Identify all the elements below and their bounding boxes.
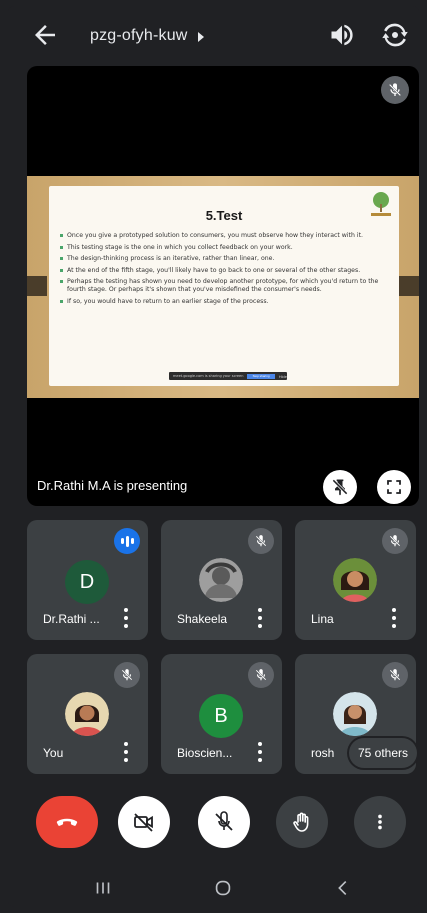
participant-name: Shakeela bbox=[177, 612, 228, 626]
nav-back-icon[interactable] bbox=[328, 876, 358, 900]
fullscreen-icon bbox=[387, 480, 401, 494]
leave-call-button[interactable] bbox=[36, 796, 98, 848]
caret-right-icon bbox=[196, 30, 206, 42]
unpin-button[interactable] bbox=[323, 470, 357, 504]
mic-off-icon bbox=[381, 76, 409, 104]
meeting-details-button[interactable]: pzg-ofyh-kuw bbox=[90, 24, 206, 48]
slide-content: 5.Test Once you give a prototyped soluti… bbox=[49, 186, 399, 386]
mic-off-icon bbox=[382, 528, 408, 554]
speaker-icon[interactable] bbox=[328, 21, 356, 49]
presentation-tile[interactable]: 5.Test Once you give a prototyped soluti… bbox=[27, 66, 419, 506]
more-options-icon[interactable] bbox=[253, 742, 267, 762]
avatar bbox=[65, 692, 109, 736]
more-options-icon[interactable] bbox=[119, 608, 133, 628]
more-options-icon[interactable] bbox=[119, 742, 133, 762]
unpin-icon bbox=[332, 479, 348, 496]
mic-off-icon bbox=[248, 528, 274, 554]
slide-bullet: If so, you would have to return to an ea… bbox=[59, 298, 389, 306]
participant-tile[interactable]: D Dr.Rathi ... bbox=[27, 520, 148, 640]
participant-name: You bbox=[43, 746, 64, 760]
slide-title: 5.Test bbox=[205, 208, 243, 223]
raise-hand-button[interactable] bbox=[276, 796, 328, 848]
slide-bullet-list: Once you give a prototyped solution to c… bbox=[59, 232, 389, 309]
others-count-button[interactable]: 75 others bbox=[349, 738, 417, 768]
slide-edge-right bbox=[399, 276, 419, 296]
call-controls bbox=[8, 796, 419, 850]
more-options-button[interactable] bbox=[354, 796, 406, 848]
participant-tile[interactable]: You bbox=[27, 654, 148, 774]
meeting-code: pzg-ofyh-kuw bbox=[90, 27, 188, 44]
avatar bbox=[333, 558, 377, 602]
system-nav-bar bbox=[8, 868, 419, 907]
participant-name: Lina bbox=[311, 612, 334, 626]
participant-name: Bioscien... bbox=[177, 746, 233, 760]
microphone-toggle-button[interactable] bbox=[198, 796, 250, 848]
avatar: D bbox=[65, 560, 109, 604]
participant-tile[interactable]: Lina bbox=[295, 520, 416, 640]
slide-edge-left bbox=[27, 276, 47, 296]
screen-share-bar: meet.google.com is sharing your screen S… bbox=[169, 372, 287, 380]
presenting-label: Dr.Rathi M.A is presenting bbox=[37, 478, 188, 493]
stop-sharing-button: Stop sharing bbox=[247, 373, 275, 379]
participant-tile[interactable]: B Bioscien... bbox=[161, 654, 282, 774]
more-vert-icon bbox=[378, 814, 382, 830]
hand-icon bbox=[293, 812, 309, 832]
slide-bullet: This testing stage is the one in which y… bbox=[59, 244, 389, 252]
back-arrow-icon[interactable] bbox=[30, 20, 60, 50]
slide-bullet: Perhaps the testing has shown you need t… bbox=[59, 278, 389, 293]
top-bar: pzg-ofyh-kuw bbox=[8, 6, 419, 62]
hide-share-bar-button: Hide bbox=[278, 373, 287, 379]
mic-off-icon bbox=[382, 662, 408, 688]
participant-name: rosh bbox=[311, 746, 335, 760]
avatar bbox=[199, 558, 243, 602]
participant-name: Dr.Rathi ... bbox=[43, 612, 100, 626]
slide-bullet: Once you give a prototyped solution to c… bbox=[59, 232, 389, 240]
participant-tile[interactable]: Shakeela bbox=[161, 520, 282, 640]
fullscreen-button[interactable] bbox=[377, 470, 411, 504]
more-options-icon[interactable] bbox=[253, 608, 267, 628]
recents-icon[interactable] bbox=[88, 876, 118, 900]
camera-toggle-button[interactable] bbox=[118, 796, 170, 848]
avatar: B bbox=[199, 694, 243, 738]
speaking-indicator-icon bbox=[114, 528, 140, 554]
more-options-icon[interactable] bbox=[387, 608, 401, 628]
shared-slide: 5.Test Once you give a prototyped soluti… bbox=[27, 176, 419, 398]
slide-bullet: At the end of the fifth stage, you'll li… bbox=[59, 267, 389, 275]
slide-bullet: The design-thinking process is an iterat… bbox=[59, 255, 389, 263]
mic-off-icon bbox=[248, 662, 274, 688]
mic-off-icon bbox=[215, 811, 233, 831]
meet-call-screen: pzg-ofyh-kuw 5.Test Once you give a prot… bbox=[8, 6, 419, 907]
hang-up-icon bbox=[56, 818, 78, 826]
camera-off-icon bbox=[134, 813, 153, 832]
switch-camera-icon[interactable] bbox=[380, 20, 410, 50]
share-bar-text: meet.google.com is sharing your screen bbox=[173, 374, 244, 378]
avatar bbox=[333, 692, 377, 736]
home-icon[interactable] bbox=[208, 876, 238, 900]
mic-off-icon bbox=[114, 662, 140, 688]
